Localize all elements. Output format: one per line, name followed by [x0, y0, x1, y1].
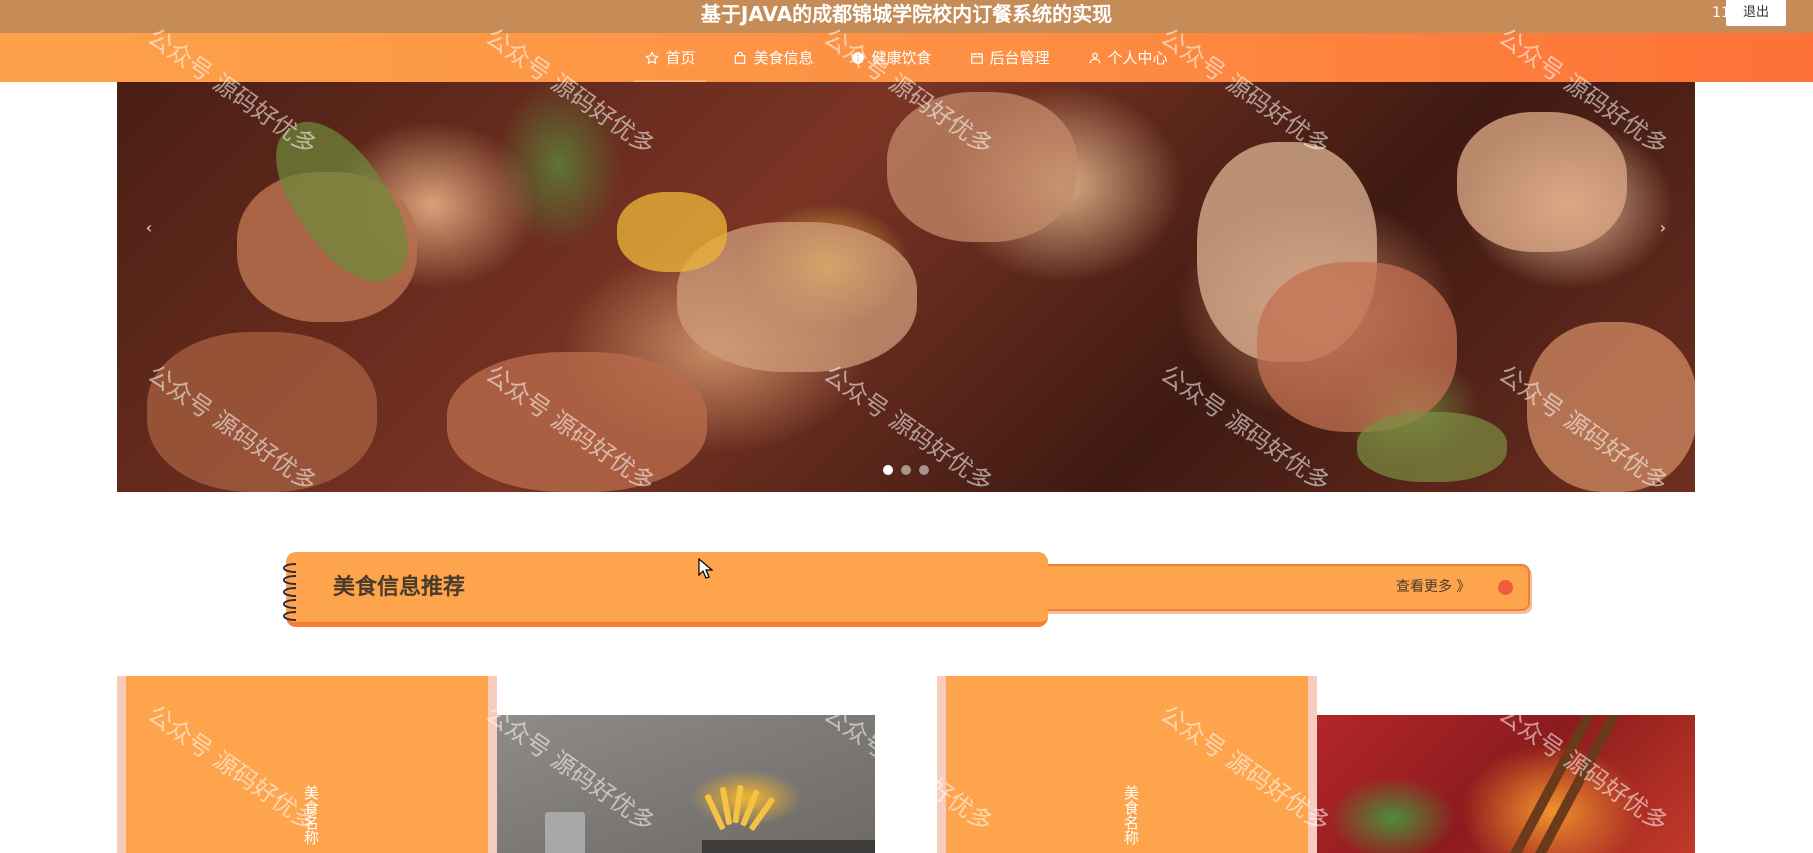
carousel-dot[interactable] — [919, 465, 929, 475]
nav-item-label: 美食信息 — [753, 49, 814, 67]
info-icon — [851, 50, 867, 66]
mouse-cursor-icon — [698, 558, 714, 579]
view-more-link[interactable]: 查看更多 》 — [1396, 577, 1470, 597]
nav-item-healthy-diet[interactable]: 健康饮食 — [832, 33, 950, 82]
bag-icon — [733, 50, 749, 66]
banner-next-arrow[interactable]: › — [1651, 212, 1675, 244]
nav-item-label: 首页 — [665, 49, 696, 67]
carousel-dot[interactable] — [883, 465, 893, 475]
nav-list: 首页 美食信息 健康饮食 后台管理 个人中心 — [0, 33, 1813, 82]
food-image[interactable] — [497, 715, 875, 853]
food-name: 美食名称 — [1122, 785, 1140, 845]
banner-carousel[interactable]: ‹ › — [117, 82, 1695, 492]
banner-prev-arrow[interactable]: ‹ — [137, 212, 161, 244]
user-icon — [1088, 50, 1104, 66]
banner-dots — [117, 465, 1695, 475]
main-nav: 首页 美食信息 健康饮食 后台管理 个人中心 — [0, 33, 1813, 82]
nav-item-label: 后台管理 — [989, 49, 1050, 67]
star-icon — [645, 50, 661, 66]
top-bar: 基于JAVA的成都锦城学院校内订餐系统的实现 11 退出 — [0, 0, 1813, 33]
nav-item-label: 健康饮食 — [871, 49, 932, 67]
nav-item-label: 个人中心 — [1107, 49, 1168, 67]
food-card-panel[interactable]: 美食名称 — [937, 676, 1317, 853]
logout-button[interactable]: 退出 — [1726, 0, 1786, 26]
section-title: 美食信息推荐 — [333, 575, 466, 600]
user-name: 11 — [1712, 5, 1730, 21]
nav-item-admin[interactable]: 后台管理 — [951, 33, 1069, 82]
food-image[interactable] — [1317, 715, 1695, 853]
food-name: 美食名称 — [302, 785, 320, 845]
nav-item-food-info[interactable]: 美食信息 — [714, 33, 832, 82]
nav-item-profile[interactable]: 个人中心 — [1069, 33, 1187, 82]
site-title: 基于JAVA的成都锦城学院校内订餐系统的实现 — [700, 2, 1113, 26]
banner-image — [117, 82, 1695, 492]
calendar-icon — [970, 50, 986, 66]
carousel-dot[interactable] — [901, 465, 911, 475]
spiral-binding-icon — [283, 563, 297, 621]
decor-dot — [1498, 580, 1513, 595]
nav-item-home[interactable]: 首页 — [626, 33, 714, 82]
food-card-panel[interactable]: 美食名称 — [117, 676, 497, 853]
